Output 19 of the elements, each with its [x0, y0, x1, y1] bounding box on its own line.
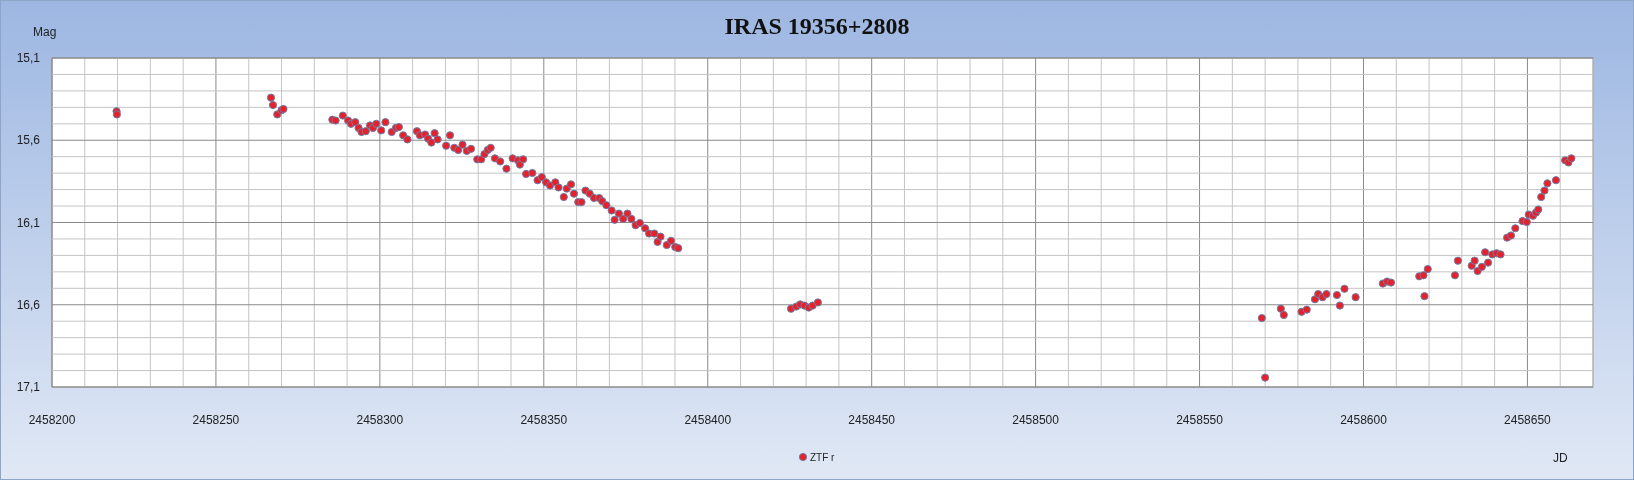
axis-label: 15,1 [16, 51, 40, 65]
axis-title: JD [1553, 451, 1568, 465]
axis-label: 2458400 [684, 413, 732, 427]
axis-label: 2458550 [1176, 413, 1223, 427]
axis-label: 2458300 [356, 413, 404, 427]
legend-label: ZTF r [810, 452, 835, 463]
chart-title: IRAS 19356+2808 [724, 13, 910, 39]
axis-label: 15,6 [16, 133, 40, 148]
axis-label: 2458350 [520, 413, 568, 427]
axis-label: 17,1 [16, 380, 40, 394]
axis-label: 16,1 [16, 215, 40, 230]
axis-label: 2458200 [28, 413, 76, 427]
axis-label: 2458250 [192, 413, 240, 427]
axis-label: 2458450 [848, 413, 896, 427]
axis-label: 2458600 [1340, 413, 1387, 427]
axis-label: 2458500 [1012, 413, 1059, 427]
axis-label: 2458650 [1504, 413, 1551, 427]
axis-label: 16,6 [16, 297, 40, 312]
axis-title: Mag [33, 25, 57, 39]
